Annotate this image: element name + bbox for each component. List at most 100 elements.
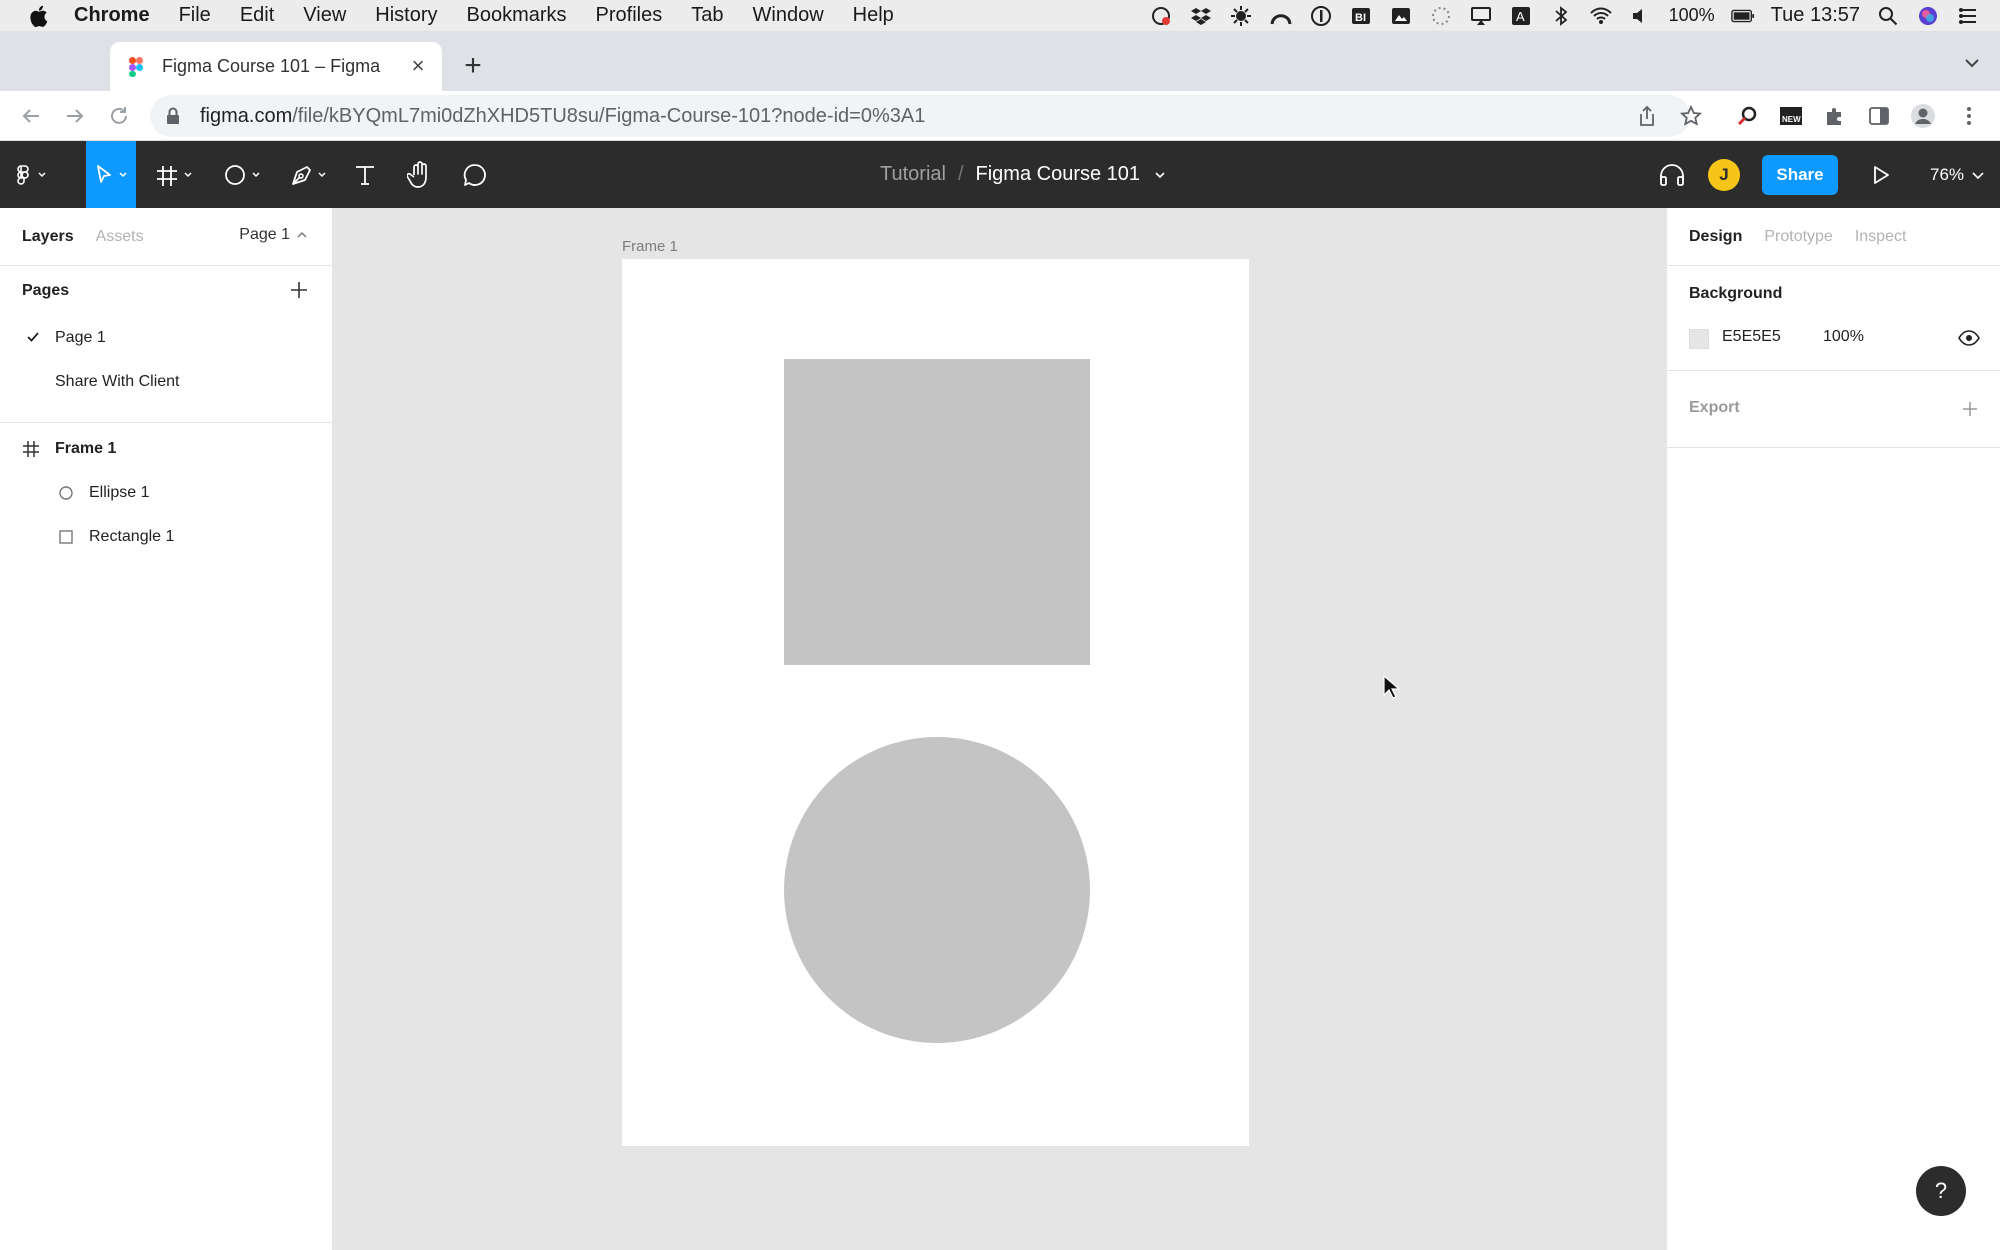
dropbox-icon[interactable] [1189,5,1213,27]
bookmark-star-icon[interactable] [1678,103,1704,129]
menu-profiles[interactable]: Profiles [596,4,663,27]
side-panel-icon[interactable] [1866,103,1892,129]
file-breadcrumb: Tutorial / Figma Course 101 [880,141,1170,208]
audio-headphones-icon[interactable] [1654,141,1690,208]
volume-icon[interactable] [1629,5,1653,27]
menubar-clock[interactable]: Tue 13:57 [1771,4,1860,27]
design-canvas[interactable]: Frame 1 [334,208,1666,1250]
menu-edit[interactable]: Edit [240,4,274,27]
rectangle-icon [57,528,75,546]
arc-icon[interactable] [1269,5,1293,27]
share-button[interactable]: Share [1762,155,1838,195]
bluetooth-icon[interactable] [1549,5,1573,27]
zoom-chevron-down-icon [1972,171,1984,179]
share-page-icon[interactable] [1634,103,1660,129]
page-selector[interactable]: Page 1 [239,226,308,244]
creative-cloud-icon[interactable] [1149,5,1173,27]
add-export-plus-icon[interactable] [1960,399,1980,419]
airplay-icon[interactable] [1469,5,1493,27]
siri-icon[interactable] [1916,5,1940,27]
url-host: figma.com [200,104,293,127]
mouse-cursor-icon [1383,674,1400,699]
pages-heading: Pages [22,282,70,299]
frame-tool-icon[interactable] [150,141,200,208]
layer-row-rectangle-1[interactable]: Rectangle 1 [0,515,332,559]
layer-label: Rectangle 1 [89,528,175,545]
battery-icon[interactable] [1730,5,1755,27]
shape-ellipse-tool-icon[interactable] [218,141,268,208]
image-capture-icon[interactable] [1389,5,1413,27]
comment-tool-icon[interactable] [458,141,492,208]
file-menu-chevron-down-icon[interactable] [1150,165,1170,185]
menu-app-name[interactable]: Chrome [74,4,150,27]
frame-title-label[interactable]: Frame 1 [622,238,678,255]
move-tool-icon[interactable] [86,141,136,208]
apple-icon[interactable] [26,2,54,30]
visibility-eye-icon[interactable] [1958,328,1980,348]
user-avatar[interactable]: J [1708,159,1740,191]
browser-tab-active[interactable]: Figma Course 101 – Figma × [110,42,442,91]
main-menu-figma-icon[interactable] [8,141,56,208]
layer-row-frame-1[interactable]: Frame 1 [0,427,332,471]
help-button[interactable]: ? [1916,1166,1966,1216]
control-center-icon[interactable] [1956,5,1980,27]
menu-history[interactable]: History [375,4,437,27]
loading-dots-icon[interactable] [1429,5,1453,27]
ellipse-1-shape[interactable] [784,737,1090,1043]
layers-panel: Layers Assets Page 1 Pages Page 1 Share … [0,208,333,1250]
password-manager-extension-icon[interactable] [1734,103,1760,129]
page-item-page-1[interactable]: Page 1 [0,316,332,360]
bi-icon[interactable]: BI [1349,5,1373,27]
project-name[interactable]: Tutorial [880,163,946,186]
lock-icon[interactable] [166,107,184,125]
close-tab-icon[interactable]: × [406,53,430,78]
browser-tab-strip: Figma Course 101 – Figma × + [0,31,2000,91]
back-arrow-icon[interactable] [18,103,44,129]
zoom-menu[interactable]: 76% [1930,141,1986,208]
onepassword-icon[interactable] [1309,5,1333,27]
menu-bookmarks[interactable]: Bookmarks [467,4,567,27]
extensions-puzzle-icon[interactable] [1822,103,1848,129]
menu-help[interactable]: Help [853,4,894,27]
background-opacity-value[interactable]: 100% [1823,328,1864,346]
hand-tool-icon[interactable] [403,141,437,208]
spotlight-search-icon[interactable] [1876,5,1900,27]
ellipse-icon [57,484,75,502]
tab-search-chevron-icon[interactable] [1962,53,1982,73]
layer-row-ellipse-1[interactable]: Ellipse 1 [0,471,332,515]
background-hex-value[interactable]: E5E5E5 [1722,328,1781,346]
background-color-swatch[interactable] [1689,329,1709,349]
tab-layers[interactable]: Layers [22,228,74,246]
sun-gear-icon[interactable] [1229,5,1253,27]
menu-tab[interactable]: Tab [691,4,723,27]
news-extension-icon[interactable]: NEW [1778,103,1804,129]
profile-avatar-icon[interactable] [1910,103,1936,129]
frame-icon [22,440,40,458]
menu-window[interactable]: Window [753,4,824,27]
page-item-label: Share With Client [55,373,180,390]
page-item-share-with-client[interactable]: Share With Client [0,360,332,404]
add-page-plus-icon[interactable] [288,279,310,301]
reload-icon[interactable] [106,103,132,129]
text-tool-icon[interactable] [350,141,380,208]
tab-prototype[interactable]: Prototype [1764,228,1832,246]
tab-assets[interactable]: Assets [96,228,144,246]
page-selector-label: Page 1 [239,226,290,243]
url-bar[interactable]: figma.com/file/kBYQmL7mi0dZhXHD5TU8su/Fi… [150,95,1690,137]
tab-design[interactable]: Design [1689,228,1742,246]
input-source-icon[interactable]: A [1509,5,1533,27]
tab-inspect[interactable]: Inspect [1855,228,1907,246]
menu-file[interactable]: File [179,4,211,27]
wifi-icon[interactable] [1589,5,1613,27]
present-play-icon[interactable] [1866,141,1896,208]
frame-1[interactable] [622,259,1249,1146]
menu-view[interactable]: View [303,4,346,27]
forward-arrow-icon[interactable] [62,103,88,129]
chrome-menu-kebab-icon[interactable] [1956,103,1982,129]
pen-tool-icon[interactable] [284,141,334,208]
file-name[interactable]: Figma Course 101 [976,163,1141,186]
rectangle-1-shape[interactable] [784,359,1090,665]
figma-toolbar: Tutorial / Figma Course 101 J Share 76% [0,141,2000,208]
page-item-label: Page 1 [55,329,106,346]
new-tab-plus-icon[interactable]: + [458,49,488,82]
